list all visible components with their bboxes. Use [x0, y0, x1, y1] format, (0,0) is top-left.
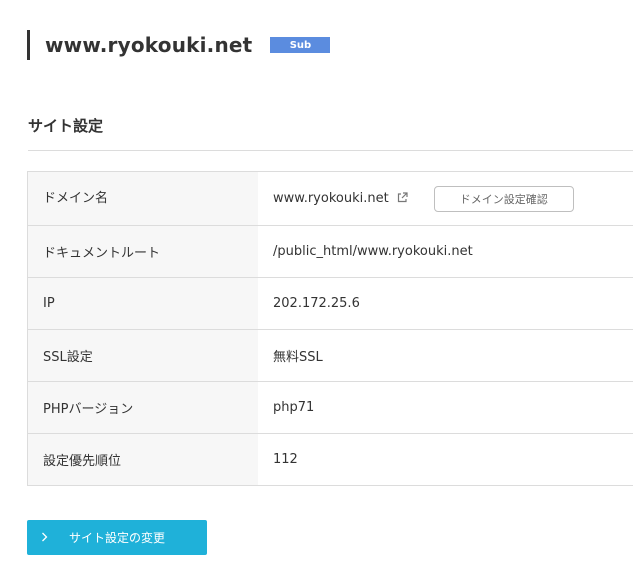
- row-label: 設定優先順位: [28, 434, 258, 485]
- table-row-ip: IP 202.172.25.6: [28, 278, 633, 330]
- row-value: 無料SSL: [258, 330, 633, 381]
- domain-settings-check-button[interactable]: ドメイン設定確認: [433, 185, 574, 212]
- table-row-ssl: SSL設定 無料SSL: [28, 330, 633, 382]
- row-value-cell: www.ryokouki.net ドメイン設定確認: [258, 172, 633, 225]
- table-row-document-root: ドキュメントルート /public_html/www.ryokouki.net: [28, 226, 633, 278]
- page-title-block: www.ryokouki.net Sub: [27, 30, 331, 60]
- table-row-php-version: PHPバージョン php71: [28, 382, 633, 434]
- row-label: PHPバージョン: [28, 382, 258, 433]
- external-link-icon[interactable]: [397, 192, 408, 203]
- chevron-right-icon: [41, 531, 51, 545]
- section-divider: [28, 150, 633, 151]
- table-row-priority: 設定優先順位 112: [28, 434, 633, 486]
- site-settings-page: www.ryokouki.net Sub サイト設定 ドメイン名 www.ryo…: [0, 0, 633, 584]
- row-value: /public_html/www.ryokouki.net: [258, 226, 633, 277]
- row-value: 202.172.25.6: [258, 278, 633, 329]
- row-label: IP: [28, 278, 258, 329]
- change-site-settings-label: サイト設定の変更: [69, 531, 166, 545]
- change-site-settings-button[interactable]: サイト設定の変更: [27, 520, 207, 555]
- domain-value: www.ryokouki.net: [273, 191, 389, 206]
- section-title: サイト設定: [28, 117, 104, 135]
- row-label: ドキュメントルート: [28, 226, 258, 277]
- row-label: SSL設定: [28, 330, 258, 381]
- sub-badge: Sub: [270, 37, 331, 53]
- row-label: ドメイン名: [28, 172, 258, 225]
- row-value: php71: [258, 382, 633, 433]
- row-value: 112: [258, 434, 633, 485]
- settings-table: ドメイン名 www.ryokouki.net ドメイン設定確認 ドキュメントルー…: [27, 171, 633, 486]
- table-row-domain: ドメイン名 www.ryokouki.net ドメイン設定確認: [28, 172, 633, 226]
- page-title: www.ryokouki.net: [45, 33, 253, 57]
